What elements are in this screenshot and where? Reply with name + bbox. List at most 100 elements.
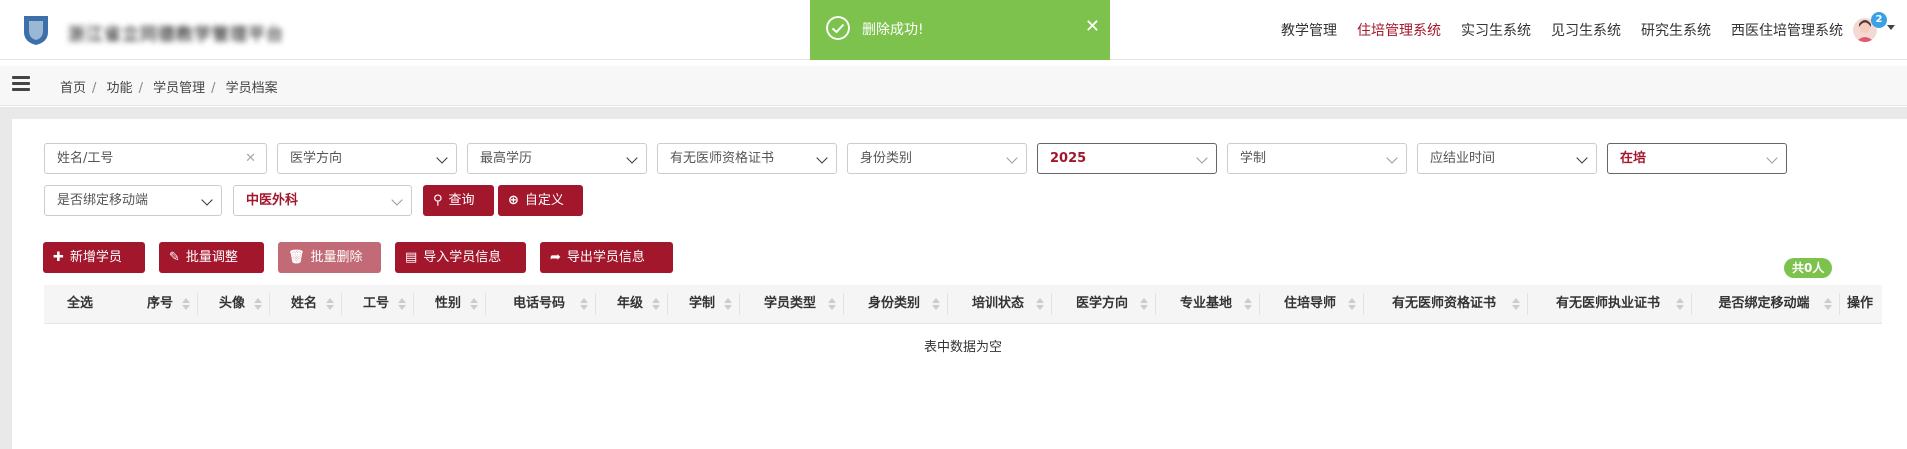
sort-icon — [1824, 298, 1832, 310]
chevron-down-icon — [1766, 152, 1778, 164]
col-tutor[interactable]: 住培导师 — [1264, 285, 1364, 323]
batch-delete-button[interactable]: 🗑 批量删除 — [278, 242, 381, 273]
search-icon: ⚲ — [433, 193, 443, 208]
sort-icon — [398, 298, 406, 310]
education-select[interactable]: 最高学历 — [467, 143, 647, 174]
mobile-bound-select[interactable]: 是否绑定移动端 — [44, 185, 222, 216]
chevron-down-icon — [626, 152, 638, 164]
chevron-down-icon — [436, 152, 448, 164]
breadcrumb-bar: 首页 / 功能 / 学员管理 / 学员档案 — [0, 66, 1907, 106]
sort-icon — [254, 298, 262, 310]
sort-icon — [724, 298, 732, 310]
sort-icon — [1676, 298, 1684, 310]
col-training-status[interactable]: 培训状态 — [952, 285, 1052, 323]
notification-badge[interactable]: 2 — [1871, 12, 1887, 28]
sort-icon — [326, 298, 334, 310]
sort-icon — [1348, 298, 1356, 310]
year-select[interactable]: 2025 — [1037, 143, 1217, 174]
nav-western-residency[interactable]: 西医住培管理系统 — [1731, 20, 1843, 40]
empty-table-message: 表中数据为空 — [923, 340, 1002, 355]
medical-direction-select[interactable]: 医学方向 — [277, 143, 457, 174]
export-button[interactable]: ➦ 导出学员信息 — [540, 242, 673, 273]
toast-message: 删除成功! — [862, 22, 924, 38]
chevron-down-icon — [1006, 152, 1018, 164]
physician-cert-select[interactable]: 有无医师资格证书 — [657, 143, 837, 174]
nav-graduate[interactable]: 研究生系统 — [1641, 20, 1711, 40]
nav-trainee[interactable]: 见习生系统 — [1551, 20, 1621, 40]
col-actions: 操作 — [1846, 296, 1873, 311]
sort-icon — [828, 298, 836, 310]
total-count-badge: 共0人 — [1784, 258, 1833, 278]
col-qualification-cert[interactable]: 有无医师资格证书 — [1368, 285, 1528, 323]
col-program-length[interactable]: 学制 — [672, 285, 740, 323]
close-icon[interactable]: ✕ — [1085, 16, 1100, 37]
program-length-select[interactable]: 学制 — [1227, 143, 1407, 174]
graduation-time-select[interactable]: 应结业时间 — [1417, 143, 1597, 174]
col-index[interactable]: 序号 — [130, 285, 198, 323]
chevron-down-icon — [1386, 152, 1398, 164]
identity-type-select[interactable]: 身份类别 — [847, 143, 1027, 174]
sort-icon — [1036, 298, 1044, 310]
edit-icon: ✎ — [169, 250, 180, 265]
side-edge — [0, 119, 12, 449]
gutter — [0, 107, 1907, 119]
chevron-down-icon — [1196, 152, 1208, 164]
clear-icon[interactable]: ✕ — [245, 144, 256, 173]
check-circle-icon — [826, 16, 850, 40]
add-student-button[interactable]: ✚ 新增学员 — [43, 242, 145, 273]
share-icon: ➦ — [550, 250, 561, 265]
col-identity-type[interactable]: 身份类别 — [848, 285, 948, 323]
sort-icon — [1512, 298, 1520, 310]
nav-intern[interactable]: 实习生系统 — [1461, 20, 1531, 40]
crumb-function[interactable]: 功能 — [107, 81, 133, 96]
col-avatar[interactable]: 头像 — [202, 285, 270, 323]
search-plus-icon: ⊕ — [508, 193, 519, 208]
custom-button[interactable]: ⊕ 自定义 — [498, 185, 583, 216]
menu-icon[interactable] — [12, 76, 30, 94]
col-specialty-base[interactable]: 专业基地 — [1160, 285, 1260, 323]
col-grade[interactable]: 年级 — [600, 285, 668, 323]
col-student-type[interactable]: 学员类型 — [744, 285, 844, 323]
name-search-input[interactable]: 姓名/工号 ✕ — [44, 143, 267, 174]
col-name[interactable]: 姓名 — [274, 285, 342, 323]
plus-icon: ✚ — [53, 250, 64, 265]
nav-teaching[interactable]: 教学管理 — [1281, 20, 1337, 40]
logo-icon — [24, 16, 48, 45]
crumb-student-file: 学员档案 — [225, 81, 278, 96]
table-header: 全选 序号 头像 姓名 工号 性别 电话号码 年级 学制 学员类型 身份类别 培… — [44, 285, 1882, 323]
crumb-home[interactable]: 首页 — [60, 81, 86, 96]
crumb-student-mgmt[interactable]: 学员管理 — [153, 81, 205, 96]
success-toast: 删除成功! ✕ — [810, 0, 1110, 60]
sort-icon — [932, 298, 940, 310]
chevron-down-icon — [1576, 152, 1588, 164]
col-staff-id[interactable]: 工号 — [346, 285, 414, 323]
col-mobile-bound[interactable]: 是否绑定移动端 — [1696, 285, 1840, 323]
chevron-down-icon — [391, 194, 403, 206]
sort-icon — [470, 298, 478, 310]
sort-icon — [580, 298, 588, 310]
import-button[interactable]: ▤ 导入学员信息 — [395, 242, 526, 273]
top-nav: 教学管理 住培管理系统 实习生系统 见习生系统 研究生系统 西医住培管理系统 — [1261, 0, 1843, 60]
col-gender[interactable]: 性别 — [418, 285, 486, 323]
col-practice-cert[interactable]: 有无医师执业证书 — [1532, 285, 1692, 323]
department-select[interactable]: 中医外科 — [233, 185, 412, 216]
col-phone[interactable]: 电话号码 — [490, 285, 596, 323]
sort-icon — [182, 298, 190, 310]
search-button[interactable]: ⚲ 查询 — [423, 185, 494, 216]
table-divider — [44, 323, 1882, 324]
sort-icon — [1140, 298, 1148, 310]
file-excel-icon: ▤ — [405, 250, 418, 265]
training-status-select[interactable]: 在培 — [1607, 143, 1787, 174]
nav-residency[interactable]: 住培管理系统 — [1357, 20, 1441, 40]
trash-icon: 🗑 — [288, 250, 305, 265]
app-title: 浙江省立同德教学管理平台 — [68, 25, 284, 45]
chevron-down-icon — [816, 152, 828, 164]
sort-icon — [1244, 298, 1252, 310]
breadcrumb: 首页 / 功能 / 学员管理 / 学员档案 — [60, 81, 278, 96]
batch-adjust-button[interactable]: ✎ 批量调整 — [159, 242, 264, 273]
chevron-down-icon — [201, 194, 213, 206]
col-medical-direction[interactable]: 医学方向 — [1056, 285, 1156, 323]
sort-icon — [652, 298, 660, 310]
chevron-down-icon[interactable] — [1887, 25, 1895, 30]
col-select-all[interactable]: 全选 — [44, 285, 116, 323]
